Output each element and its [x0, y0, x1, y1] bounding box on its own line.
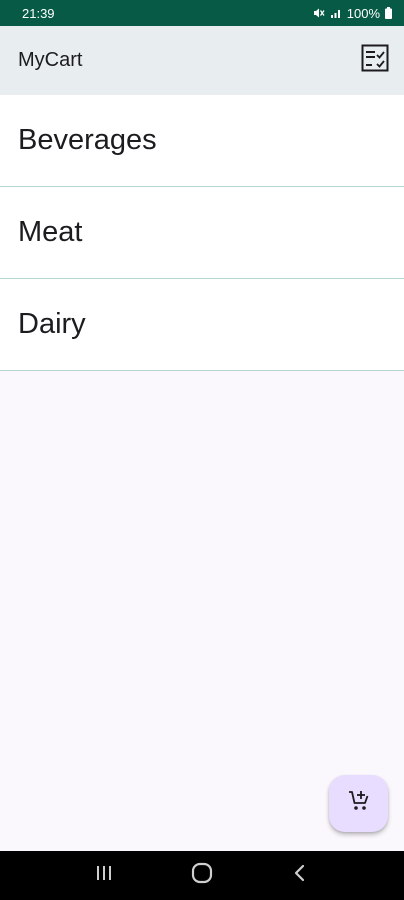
status-bar: 21:39 100% [0, 0, 404, 26]
home-icon [191, 862, 213, 889]
app-bar: MyCart [0, 26, 404, 95]
signal-icon [330, 7, 342, 19]
checklist-icon [361, 44, 389, 77]
category-item-meat[interactable]: Meat [0, 187, 404, 279]
category-item-beverages[interactable]: Beverages [0, 95, 404, 187]
back-button[interactable] [280, 856, 320, 896]
checklist-button[interactable] [361, 44, 389, 77]
add-to-cart-fab[interactable] [329, 775, 388, 832]
category-list: Beverages Meat Dairy [0, 95, 404, 371]
app-title: MyCart [18, 49, 83, 71]
battery-percent: 100% [346, 5, 380, 21]
home-button[interactable] [182, 856, 222, 896]
back-icon [291, 864, 309, 887]
add-shopping-cart-icon [347, 789, 371, 818]
status-time: 21:39 [22, 5, 55, 21]
recent-apps-icon [95, 864, 113, 887]
status-icons: 100% [313, 6, 392, 21]
battery-icon [385, 7, 392, 19]
category-item-dairy[interactable]: Dairy [0, 279, 404, 371]
recent-apps-button[interactable] [84, 856, 124, 896]
mute-icon [313, 7, 325, 19]
system-nav-bar [0, 851, 404, 900]
